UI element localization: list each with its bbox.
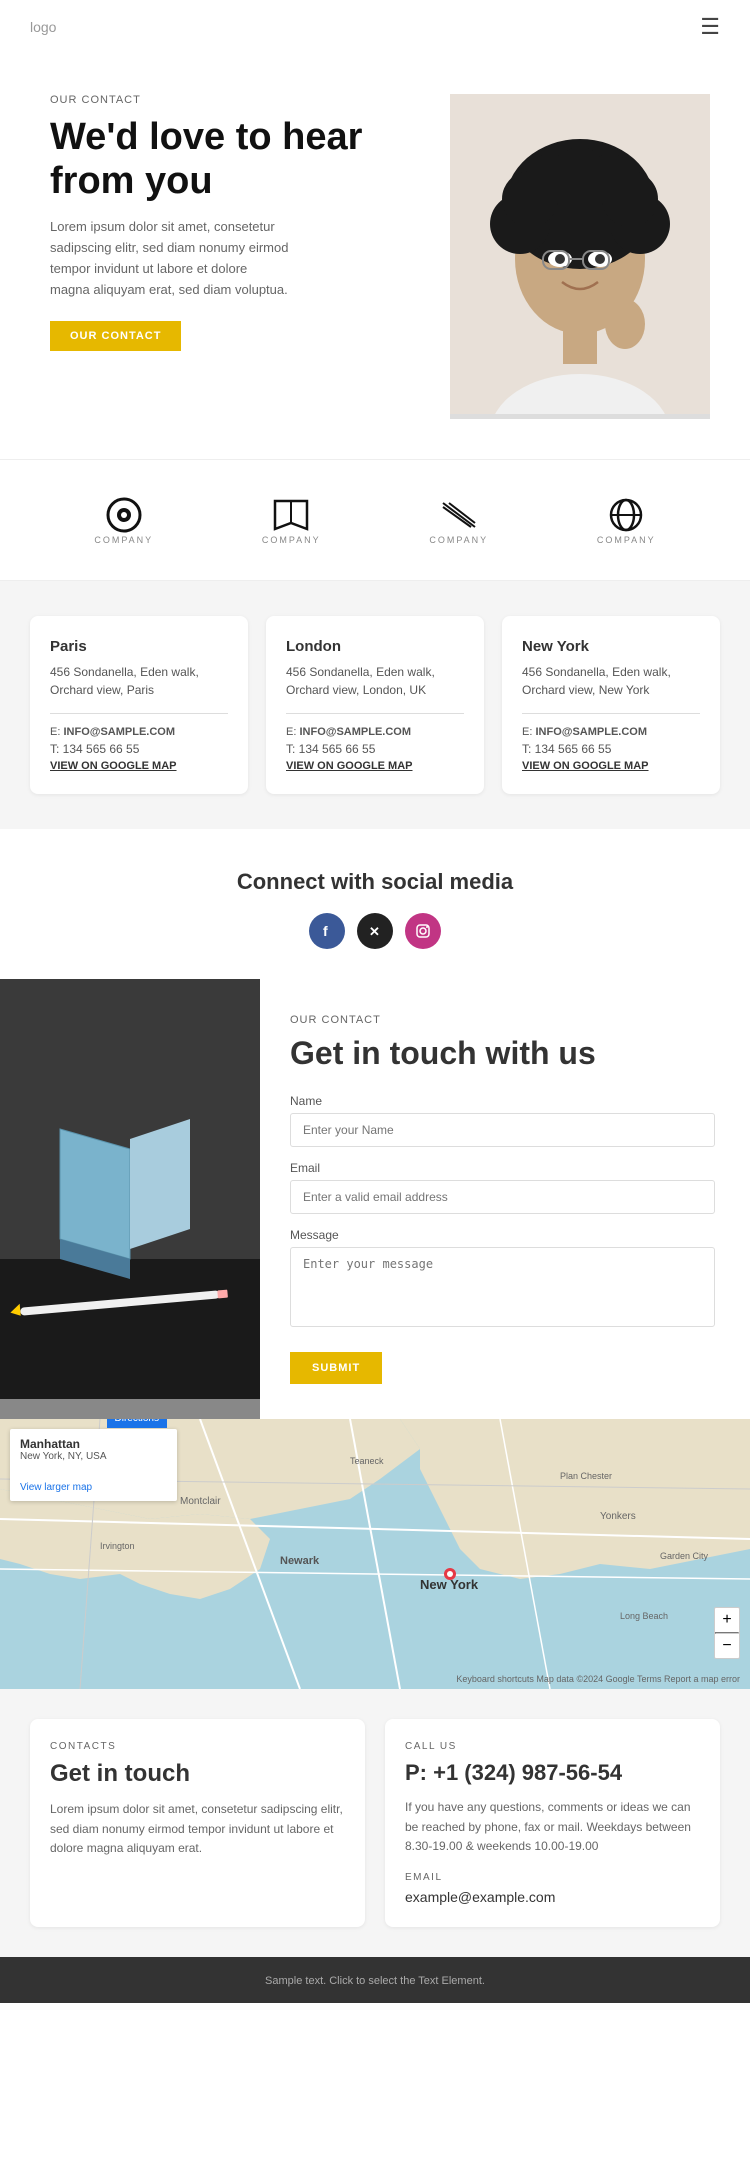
svg-text:Montclair: Montclair [180,1496,221,1507]
office-divider-newyork [522,713,700,714]
office-map-link-newyork[interactable]: VIEW ON GOOGLE MAP [522,760,700,772]
map-view-larger-link[interactable]: View larger map [20,1482,167,1493]
company-logo-3 [435,495,483,535]
map-credits: Keyboard shortcuts Map data ©2024 Google… [456,1674,740,1684]
contact-form-image [0,979,260,1419]
map-zoom-out[interactable]: − [715,1634,739,1658]
logo-item-1: COMPANY [94,495,153,545]
company-logo-2 [267,495,315,535]
office-address-london: 456 Sondanella, Eden walk, Orchard view,… [286,663,464,699]
svg-text:Yonkers: Yonkers [600,1511,636,1522]
office-divider-paris [50,713,228,714]
svg-text:Irvington: Irvington [100,1541,135,1551]
social-icons: f ✕ [20,913,730,949]
form-section-title: Get in touch with us [290,1034,715,1072]
hero-contact-button[interactable]: OUR CONTACT [50,321,181,351]
svg-text:Plan Chester: Plan Chester [560,1471,612,1481]
map-directions-button[interactable]: Directions [107,1419,167,1428]
contact-form-section: OUR CONTACT Get in touch with us Name Em… [0,979,750,1419]
svg-text:Long Beach: Long Beach [620,1611,668,1621]
name-label: Name [290,1094,715,1108]
svg-text:Garden City: Garden City [660,1551,709,1561]
office-city-london: London [286,638,464,655]
contacts-title: Get in touch [50,1760,345,1788]
map-location-sub: New York, NY, USA [20,1451,107,1462]
message-label: Message [290,1228,715,1242]
contacts-description: Lorem ipsum dolor sit amet, consetetur s… [50,1800,345,1858]
hero-image [450,94,710,419]
office-map-link-paris[interactable]: VIEW ON GOOGLE MAP [50,760,228,772]
social-title: Connect with social media [20,869,730,895]
office-phone-paris: T: 134 565 66 55 [50,742,228,756]
hero-description: Lorem ipsum dolor sit amet, consetetur s… [50,217,290,300]
logo: logo [30,19,56,35]
company-logo-4 [602,495,650,535]
office-divider-london [286,713,464,714]
submit-button[interactable]: SUBMIT [290,1352,382,1384]
office-phone-newyork: T: 134 565 66 55 [522,742,700,756]
svg-text:Teaneck: Teaneck [350,1456,384,1466]
email-form-group: Email [290,1161,715,1214]
bottom-card-right: CALL US P: +1 (324) 987-56-54 If you hav… [385,1719,720,1927]
menu-icon[interactable]: ☰ [700,14,720,40]
offices-section: Paris 456 Sondanella, Eden walk, Orchard… [0,581,750,829]
office-card-london: London 456 Sondanella, Eden walk, Orchar… [266,616,484,794]
office-address-newyork: 456 Sondanella, Eden walk, Orchard view,… [522,663,700,699]
name-form-group: Name [290,1094,715,1147]
office-card-newyork: New York 456 Sondanella, Eden walk, Orch… [502,616,720,794]
form-section-label: OUR CONTACT [290,1014,715,1026]
office-address-paris: 456 Sondanella, Eden walk, Orchard view,… [50,663,228,699]
call-description: If you have any questions, comments or i… [405,1798,700,1856]
office-city-paris: Paris [50,638,228,655]
hero-text: OUR CONTACT We'd love to hear from you L… [50,94,450,419]
office-city-newyork: New York [522,638,700,655]
email-input[interactable] [290,1180,715,1214]
message-form-group: Message [290,1228,715,1332]
instagram-icon[interactable] [405,913,441,949]
social-section: Connect with social media f ✕ [0,829,750,979]
hero-label: OUR CONTACT [50,94,420,106]
twitter-icon[interactable]: ✕ [357,913,393,949]
office-email-label-paris: E: INFO@SAMPLE.COM [50,726,228,738]
office-email-label-newyork: E: INFO@SAMPLE.COM [522,726,700,738]
email-value: example@example.com [405,1889,700,1905]
hero-title: We'd love to hear from you [50,116,420,203]
map-location-name: Manhattan [20,1437,107,1451]
logo-item-4: COMPANY [597,495,656,545]
logo-label-3: COMPANY [429,535,488,545]
facebook-icon[interactable]: f [309,913,345,949]
logo-item-2: COMPANY [262,495,321,545]
office-card-paris: Paris 456 Sondanella, Eden walk, Orchard… [30,616,248,794]
logo-label-1: COMPANY [94,535,153,545]
email-label: Email [290,1161,715,1175]
office-phone-london: T: 134 565 66 55 [286,742,464,756]
svg-text:Newark: Newark [280,1555,320,1567]
office-map-link-london[interactable]: VIEW ON GOOGLE MAP [286,760,464,772]
logo-label-2: COMPANY [262,535,321,545]
email-section-label: EMAIL [405,1872,700,1883]
call-us-label: CALL US [405,1741,700,1752]
bottom-card-left: CONTACTS Get in touch Lorem ipsum dolor … [30,1719,365,1927]
phone-number: P: +1 (324) 987-56-54 [405,1760,700,1786]
name-input[interactable] [290,1113,715,1147]
map-zoom-controls: + − [714,1607,740,1659]
logos-section: COMPANY COMPANY COMPANY COMPANY [0,459,750,581]
office-email-label-london: E: INFO@SAMPLE.COM [286,726,464,738]
navbar: logo ☰ [0,0,750,54]
hero-section: OUR CONTACT We'd love to hear from you L… [0,54,750,459]
map-overlay-card: Manhattan New York, NY, USA Directions V… [10,1429,177,1501]
footer: Sample text. Click to select the Text El… [0,1957,750,2003]
message-textarea[interactable] [290,1247,715,1327]
contact-form-right: OUR CONTACT Get in touch with us Name Em… [260,979,750,1419]
footer-text: Sample text. Click to select the Text El… [265,1975,485,1987]
map-zoom-in[interactable]: + [715,1608,739,1632]
logo-item-3: COMPANY [429,495,488,545]
company-logo-1 [100,495,148,535]
bottom-contacts-section: CONTACTS Get in touch Lorem ipsum dolor … [0,1689,750,1957]
map-section: Montclair Newark New York Yonkers Plan C… [0,1419,750,1689]
logo-label-4: COMPANY [597,535,656,545]
svg-text:f: f [323,923,328,939]
svg-text:✕: ✕ [369,924,380,939]
contacts-label: CONTACTS [50,1741,345,1752]
